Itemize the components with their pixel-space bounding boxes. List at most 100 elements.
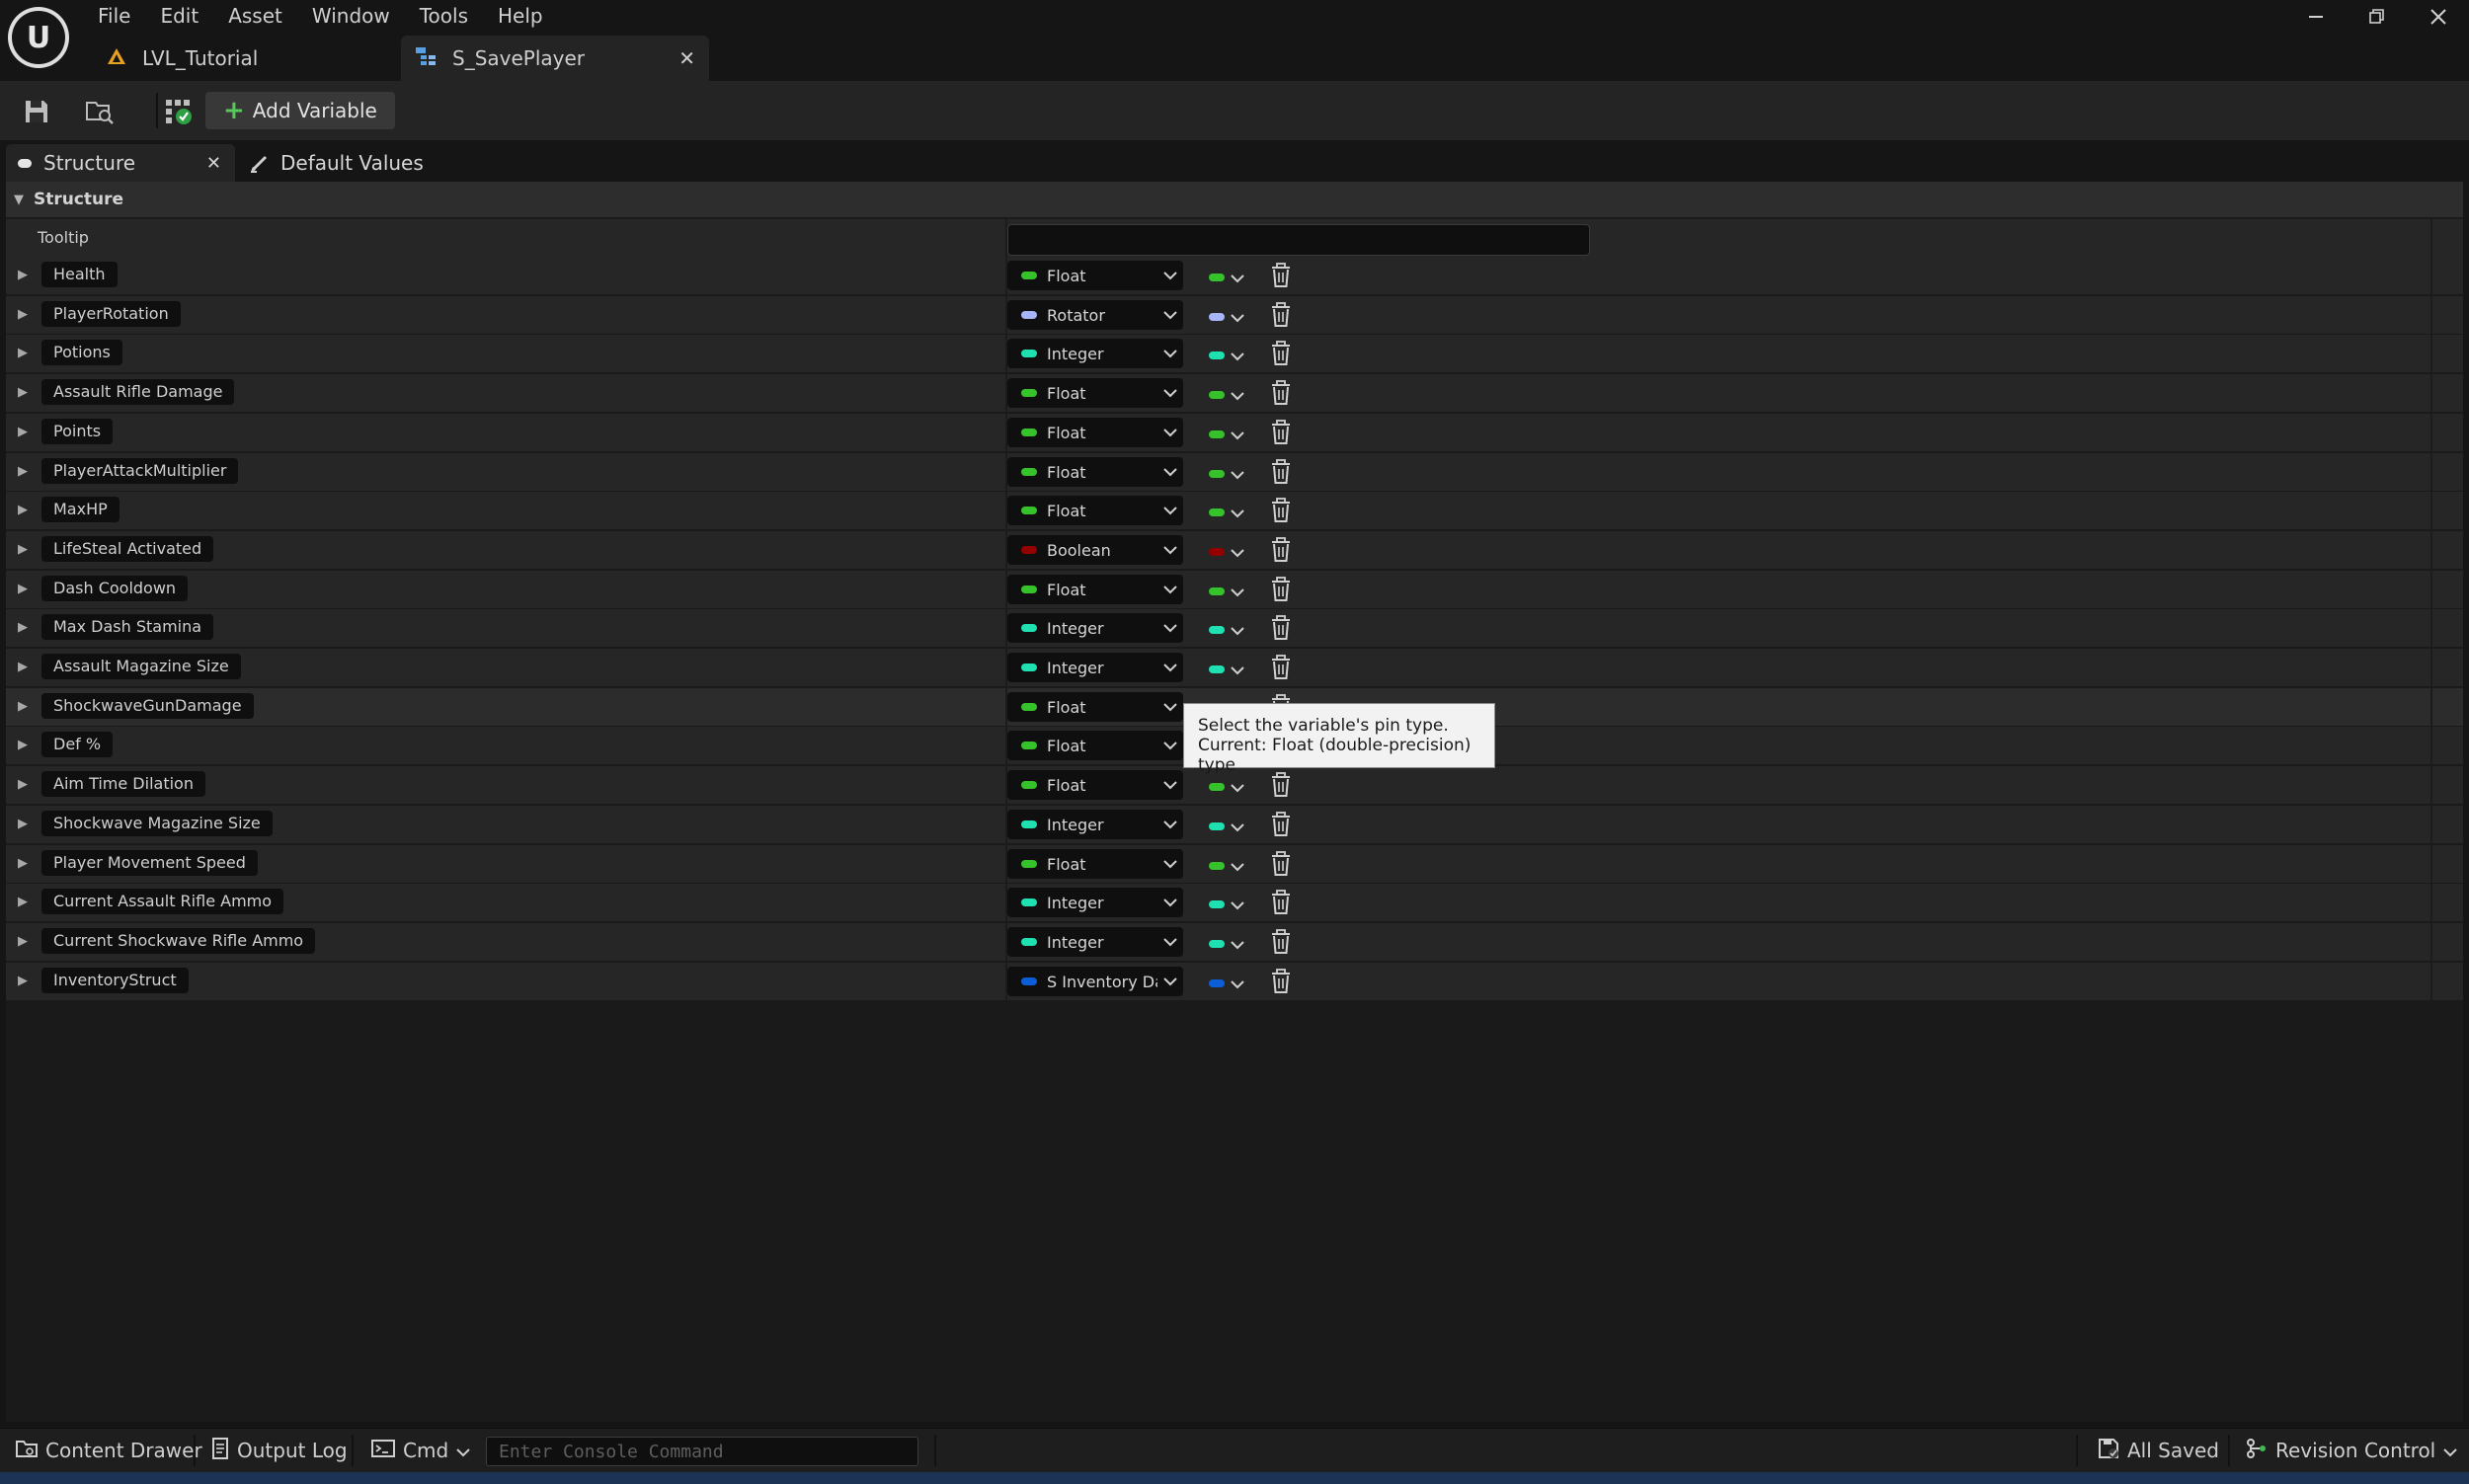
tooltip-input[interactable] bbox=[1007, 224, 1590, 256]
container-type-dropdown[interactable] bbox=[1209, 933, 1244, 955]
pin-type-dropdown[interactable]: Float bbox=[1007, 849, 1183, 879]
container-type-dropdown[interactable] bbox=[1209, 267, 1244, 288]
variable-name-field[interactable]: Current Assault Rifle Ammo bbox=[41, 889, 284, 914]
container-type-dropdown[interactable] bbox=[1209, 581, 1244, 602]
delete-variable-icon[interactable] bbox=[1270, 537, 1292, 568]
compile-status-icon[interactable] bbox=[162, 95, 196, 128]
pin-type-dropdown[interactable]: Float bbox=[1007, 692, 1183, 722]
restore-icon[interactable] bbox=[2347, 0, 2408, 34]
pin-type-dropdown[interactable]: Integer bbox=[1007, 653, 1183, 682]
pin-type-dropdown[interactable]: Boolean bbox=[1007, 535, 1183, 565]
save-icon[interactable] bbox=[20, 95, 53, 128]
expand-arrow-icon[interactable]: ▶ bbox=[18, 817, 28, 831]
menu-window[interactable]: Window bbox=[297, 0, 405, 32]
variable-name-field[interactable]: Assault Magazine Size bbox=[41, 654, 241, 679]
delete-variable-icon[interactable] bbox=[1270, 615, 1292, 646]
variable-name-field[interactable]: Def % bbox=[41, 732, 114, 757]
collapse-triangle-icon[interactable]: ▼ bbox=[14, 193, 24, 207]
delete-variable-icon[interactable] bbox=[1270, 890, 1292, 920]
variable-name-field[interactable]: MaxHP bbox=[41, 497, 119, 522]
variable-name-field[interactable]: PlayerAttackMultiplier bbox=[41, 458, 239, 484]
close-panel-tab-icon[interactable]: ✕ bbox=[206, 153, 221, 174]
menu-help[interactable]: Help bbox=[483, 0, 558, 32]
variable-name-field[interactable]: Max Dash Stamina bbox=[41, 614, 214, 640]
container-type-dropdown[interactable] bbox=[1209, 855, 1244, 877]
pin-type-dropdown[interactable]: Float bbox=[1007, 261, 1183, 290]
container-type-dropdown[interactable] bbox=[1209, 816, 1244, 837]
pin-type-dropdown[interactable]: Float bbox=[1007, 418, 1183, 447]
pin-type-dropdown[interactable]: Float bbox=[1007, 731, 1183, 760]
browse-asset-icon[interactable] bbox=[83, 95, 117, 128]
close-window-icon[interactable] bbox=[2408, 0, 2469, 34]
delete-variable-icon[interactable] bbox=[1270, 263, 1292, 293]
delete-variable-icon[interactable] bbox=[1270, 341, 1292, 371]
expand-arrow-icon[interactable]: ▶ bbox=[18, 503, 28, 517]
cmd-dropdown[interactable]: Cmd bbox=[371, 1429, 470, 1472]
output-log-button[interactable]: Output Log bbox=[211, 1429, 348, 1472]
variable-name-field[interactable]: InventoryStruct bbox=[41, 968, 189, 993]
tab-lvl-tutorial[interactable]: LVL_Tutorial bbox=[93, 36, 401, 81]
pin-type-dropdown[interactable]: Float bbox=[1007, 378, 1183, 408]
variable-name-field[interactable]: Player Movement Speed bbox=[41, 850, 258, 876]
expand-arrow-icon[interactable]: ▶ bbox=[18, 738, 28, 752]
delete-variable-icon[interactable] bbox=[1270, 498, 1292, 528]
variable-name-field[interactable]: Potions bbox=[41, 340, 122, 365]
delete-variable-icon[interactable] bbox=[1270, 812, 1292, 842]
menu-file[interactable]: File bbox=[83, 0, 145, 32]
container-type-dropdown[interactable] bbox=[1209, 619, 1244, 641]
menu-tools[interactable]: Tools bbox=[405, 0, 483, 32]
variable-name-field[interactable]: Assault Rifle Damage bbox=[41, 379, 235, 405]
container-type-dropdown[interactable] bbox=[1209, 894, 1244, 915]
pin-type-dropdown[interactable]: Integer bbox=[1007, 613, 1183, 643]
expand-arrow-icon[interactable]: ▶ bbox=[18, 777, 28, 792]
minimize-icon[interactable] bbox=[2285, 0, 2347, 34]
container-type-dropdown[interactable] bbox=[1209, 306, 1244, 328]
expand-arrow-icon[interactable]: ▶ bbox=[18, 385, 28, 400]
console-command-input[interactable] bbox=[486, 1437, 918, 1466]
revision-control-button[interactable]: Revision Control bbox=[2246, 1429, 2457, 1472]
variable-name-field[interactable]: Shockwave Magazine Size bbox=[41, 811, 273, 836]
delete-variable-icon[interactable] bbox=[1270, 969, 1292, 999]
expand-arrow-icon[interactable]: ▶ bbox=[18, 895, 28, 909]
expand-arrow-icon[interactable]: ▶ bbox=[18, 974, 28, 988]
add-variable-button[interactable]: + Add Variable bbox=[205, 92, 395, 129]
container-type-dropdown[interactable] bbox=[1209, 424, 1244, 445]
delete-variable-icon[interactable] bbox=[1270, 302, 1292, 333]
variable-name-field[interactable]: Health bbox=[41, 262, 118, 287]
tab-default-values[interactable]: Default Values bbox=[245, 144, 442, 182]
pin-type-dropdown[interactable]: Rotator bbox=[1007, 300, 1183, 330]
delete-variable-icon[interactable] bbox=[1270, 655, 1292, 685]
menu-edit[interactable]: Edit bbox=[145, 0, 213, 32]
variable-name-field[interactable]: Aim Time Dilation bbox=[41, 771, 205, 797]
pin-type-dropdown[interactable]: Float bbox=[1007, 457, 1183, 487]
pin-type-dropdown[interactable]: Integer bbox=[1007, 927, 1183, 957]
pin-type-dropdown[interactable]: Integer bbox=[1007, 888, 1183, 917]
container-type-dropdown[interactable] bbox=[1209, 541, 1244, 563]
tab-structure[interactable]: Structure ✕ bbox=[6, 144, 235, 182]
pin-type-dropdown[interactable]: S Inventory Da bbox=[1007, 967, 1183, 996]
menu-asset[interactable]: Asset bbox=[213, 0, 297, 32]
expand-arrow-icon[interactable]: ▶ bbox=[18, 346, 28, 360]
variable-name-field[interactable]: ShockwaveGunDamage bbox=[41, 693, 254, 719]
container-type-dropdown[interactable] bbox=[1209, 659, 1244, 680]
container-type-dropdown[interactable] bbox=[1209, 776, 1244, 798]
expand-arrow-icon[interactable]: ▶ bbox=[18, 856, 28, 871]
container-type-dropdown[interactable] bbox=[1209, 973, 1244, 994]
variable-name-field[interactable]: Points bbox=[41, 419, 114, 444]
variable-name-field[interactable]: Current Shockwave Rifle Ammo bbox=[41, 928, 316, 954]
delete-variable-icon[interactable] bbox=[1270, 420, 1292, 450]
expand-arrow-icon[interactable]: ▶ bbox=[18, 660, 28, 674]
expand-arrow-icon[interactable]: ▶ bbox=[18, 582, 28, 596]
variable-name-field[interactable]: PlayerRotation bbox=[41, 301, 181, 327]
expand-arrow-icon[interactable]: ▶ bbox=[18, 542, 28, 557]
expand-arrow-icon[interactable]: ▶ bbox=[18, 464, 28, 479]
pin-type-dropdown[interactable]: Integer bbox=[1007, 339, 1183, 368]
content-drawer-button[interactable]: Content Drawer bbox=[16, 1429, 202, 1472]
variable-name-field[interactable]: LifeSteal Activated bbox=[41, 536, 214, 562]
expand-arrow-icon[interactable]: ▶ bbox=[18, 620, 28, 635]
delete-variable-icon[interactable] bbox=[1270, 772, 1292, 803]
container-type-dropdown[interactable] bbox=[1209, 502, 1244, 523]
structure-section-header[interactable]: ▼ Structure bbox=[6, 182, 2463, 217]
all-saved-button[interactable]: All Saved bbox=[2098, 1429, 2219, 1472]
close-tab-icon[interactable]: ✕ bbox=[678, 46, 695, 70]
